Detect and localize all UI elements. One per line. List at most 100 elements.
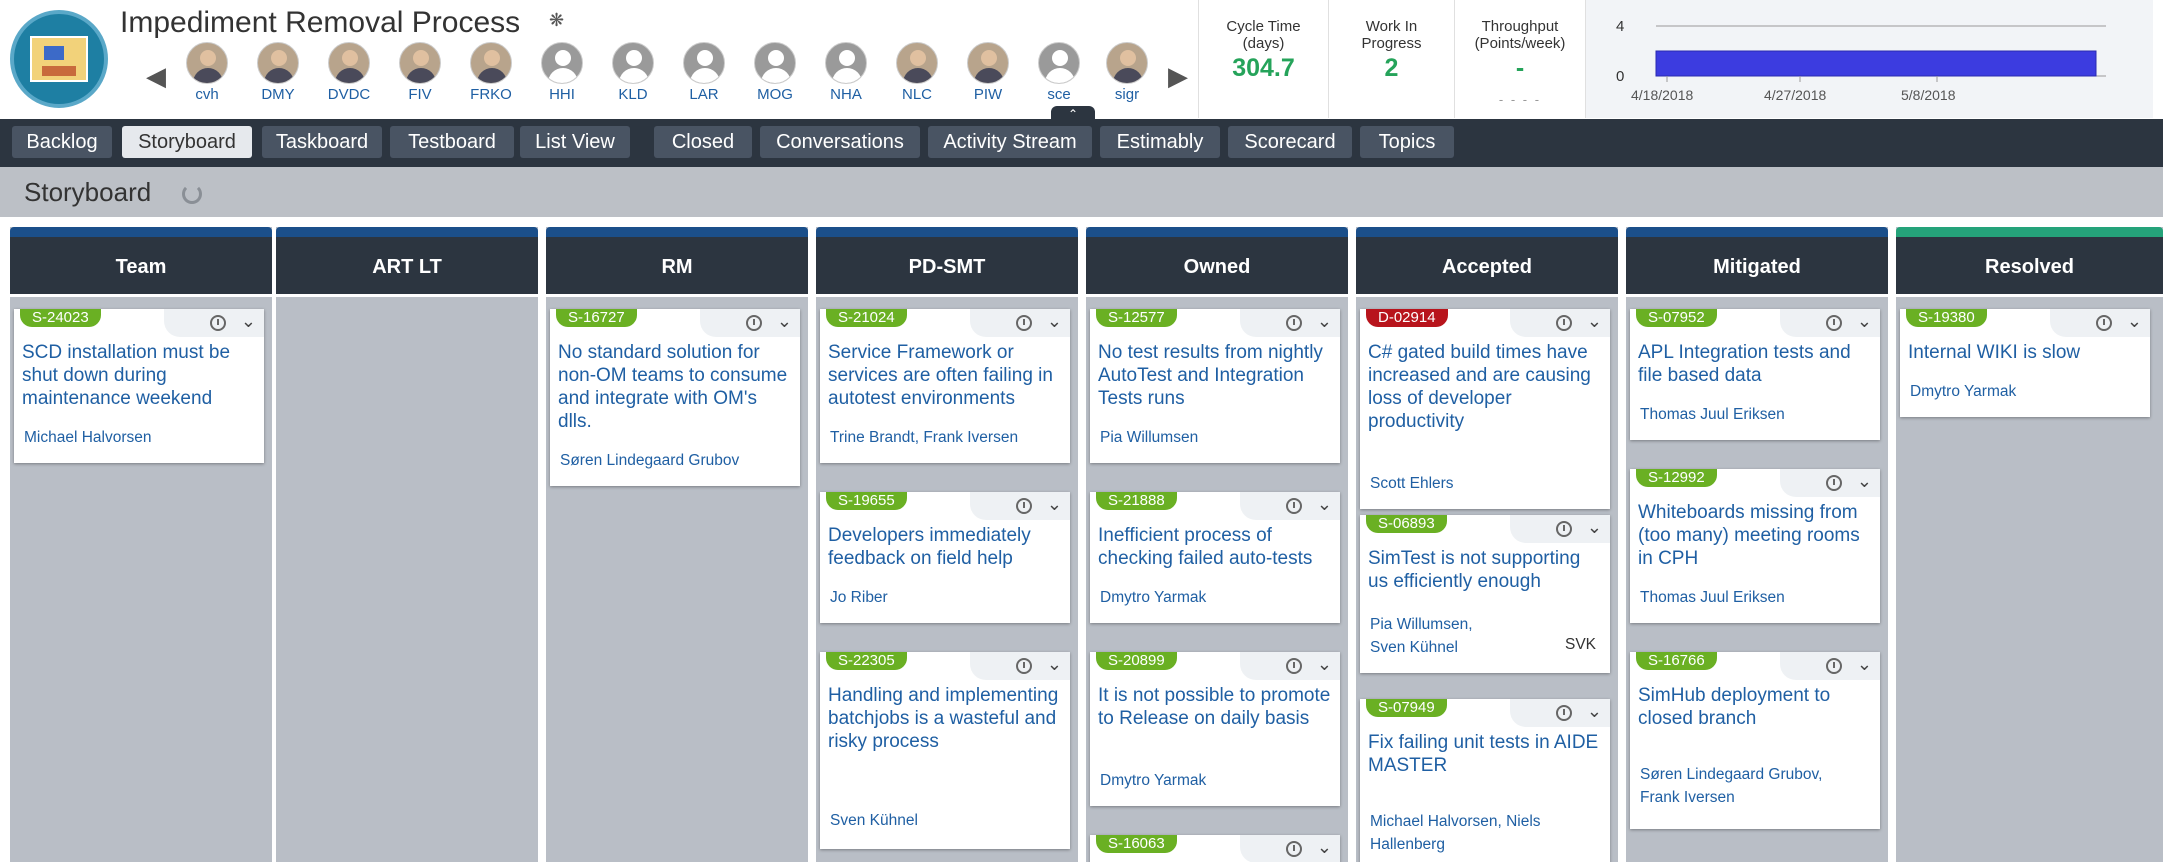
card-id-badge[interactable]: S-06893 <box>1366 515 1447 533</box>
tab-activity-stream[interactable]: Activity Stream <box>928 126 1092 158</box>
team-member-avatar[interactable]: LAR <box>669 42 739 108</box>
chevron-down-icon[interactable]: ⌄ <box>1587 517 1602 538</box>
tab-list-view[interactable]: List View <box>520 126 630 158</box>
clock-icon[interactable] <box>1286 841 1302 857</box>
team-member-avatar[interactable]: MOG <box>740 42 810 108</box>
team-member-avatar[interactable]: sce <box>1024 42 1094 108</box>
card-id-badge[interactable]: D-02914 <box>1366 309 1448 327</box>
tab-scorecard[interactable]: Scorecard <box>1228 126 1352 158</box>
chevron-down-icon[interactable]: ⌄ <box>1587 701 1602 722</box>
card-title[interactable]: C# gated build times have increased and … <box>1368 341 1604 433</box>
chevron-left-icon[interactable]: ◀ <box>146 60 166 92</box>
tab-conversations[interactable]: Conversations <box>760 126 920 158</box>
defect-card[interactable]: D-02914 ⌄ C# gated build times have incr… <box>1360 309 1610 509</box>
team-member-avatar[interactable]: NLC <box>882 42 952 108</box>
card-title[interactable]: No standard solution for non-OM teams to… <box>558 341 794 433</box>
chevron-down-icon[interactable]: ⌄ <box>1317 311 1332 332</box>
card-title[interactable]: APL Integration tests and file based dat… <box>1638 341 1874 387</box>
card-title[interactable]: No test results from nightly AutoTest an… <box>1098 341 1334 410</box>
card-id-badge[interactable]: S-12992 <box>1636 469 1717 487</box>
story-card[interactable]: S-20899 ⌄ It is not possible to promote … <box>1090 652 1340 806</box>
clock-icon[interactable] <box>1826 658 1842 674</box>
team-member-avatar[interactable]: FIV <box>385 42 455 108</box>
clock-icon[interactable] <box>1016 315 1032 331</box>
chevron-down-icon[interactable]: ⌄ <box>1317 654 1332 675</box>
cycle-chart[interactable]: 4 0 4/18/2018 4/27/2018 5/8/2018 <box>1585 0 2153 118</box>
clock-icon[interactable] <box>210 315 226 331</box>
card-title[interactable]: Internal WIKI is slow <box>1908 341 2144 364</box>
chevron-down-icon[interactable]: ⌄ <box>1857 311 1872 332</box>
team-member-avatar[interactable]: DMY <box>243 42 313 108</box>
tab-backlog[interactable]: Backlog <box>12 126 112 158</box>
story-card[interactable]: S-16063 ⌄ <box>1090 835 1340 862</box>
refresh-icon[interactable] <box>182 184 202 204</box>
clock-icon[interactable] <box>1826 475 1842 491</box>
card-id-badge[interactable]: S-22305 <box>826 652 907 670</box>
story-card[interactable]: S-07949 ⌄ Fix failing unit tests in AIDE… <box>1360 699 1610 862</box>
clock-icon[interactable] <box>1556 521 1572 537</box>
tab-topics[interactable]: Topics <box>1360 126 1454 158</box>
chevron-down-icon[interactable]: ⌄ <box>1857 654 1872 675</box>
clock-icon[interactable] <box>1016 658 1032 674</box>
tab-taskboard[interactable]: Taskboard <box>262 126 382 158</box>
chevron-right-icon[interactable]: ▶ <box>1168 60 1188 92</box>
chevron-down-icon[interactable]: ⌄ <box>1317 494 1332 515</box>
clock-icon[interactable] <box>746 315 762 331</box>
clock-icon[interactable] <box>1286 658 1302 674</box>
metric-cycle-time[interactable]: Cycle Time (days) 304.7 <box>1198 0 1328 118</box>
clock-icon[interactable] <box>1286 315 1302 331</box>
card-id-badge[interactable]: S-21888 <box>1096 492 1177 510</box>
chevron-down-icon[interactable]: ⌄ <box>1587 311 1602 332</box>
clock-icon[interactable] <box>1826 315 1842 331</box>
clock-icon[interactable] <box>1556 705 1572 721</box>
card-title[interactable]: Service Framework or services are often … <box>828 341 1064 410</box>
story-card[interactable]: S-07952 ⌄ APL Integration tests and file… <box>1630 309 1880 440</box>
story-card[interactable]: S-16727 ⌄ No standard solution for non-O… <box>550 309 800 486</box>
card-id-badge[interactable]: S-20899 <box>1096 652 1177 670</box>
clock-icon[interactable] <box>1556 315 1572 331</box>
card-title[interactable]: SCD installation must be shut down durin… <box>22 341 258 410</box>
card-id-badge[interactable]: S-19380 <box>1906 309 1987 327</box>
chevron-down-icon[interactable]: ⌄ <box>1047 494 1062 515</box>
card-id-badge[interactable]: S-16727 <box>556 309 637 327</box>
card-id-badge[interactable]: S-16766 <box>1636 652 1717 670</box>
chevron-down-icon[interactable]: ⌄ <box>1047 311 1062 332</box>
story-card[interactable]: S-19655 ⌄ Developers immediately feedbac… <box>820 492 1070 623</box>
team-member-avatar[interactable]: cvh <box>172 42 242 108</box>
card-id-badge[interactable]: S-19655 <box>826 492 907 510</box>
chevron-down-icon[interactable]: ⌄ <box>777 311 792 332</box>
clock-icon[interactable] <box>2096 315 2112 331</box>
card-title[interactable]: SimTest is not supporting us efficiently… <box>1368 547 1604 593</box>
gear-icon[interactable]: ❋ <box>549 10 564 31</box>
card-title[interactable]: Whiteboards missing from (too many) meet… <box>1638 501 1874 570</box>
card-title[interactable]: Inefficient process of checking failed a… <box>1098 524 1334 570</box>
team-member-avatar[interactable]: KLD <box>598 42 668 108</box>
card-id-badge[interactable]: S-21024 <box>826 309 907 327</box>
metric-throughput[interactable]: Throughput (Points/week) - - - - - <box>1454 0 1585 118</box>
card-title[interactable]: It is not possible to promote to Release… <box>1098 684 1334 730</box>
card-id-badge[interactable]: S-07949 <box>1366 699 1447 717</box>
clock-icon[interactable] <box>1286 498 1302 514</box>
card-title[interactable]: SimHub deployment to closed branch <box>1638 684 1874 730</box>
metric-wip[interactable]: Work In Progress 2 <box>1328 0 1454 118</box>
chevron-down-icon[interactable]: ⌄ <box>1317 837 1332 858</box>
story-card[interactable]: S-16766 ⌄ SimHub deployment to closed br… <box>1630 652 1880 829</box>
tab-testboard[interactable]: Testboard <box>390 126 514 158</box>
clock-icon[interactable] <box>1016 498 1032 514</box>
tab-closed[interactable]: Closed <box>654 126 752 158</box>
team-member-avatar[interactable]: DVDC <box>314 42 384 108</box>
tab-estimably[interactable]: Estimably <box>1100 126 1220 158</box>
collapse-header-button[interactable]: ⌃ <box>1051 106 1095 121</box>
card-id-badge[interactable]: S-07952 <box>1636 309 1717 327</box>
card-id-badge[interactable]: S-24023 <box>20 309 101 327</box>
card-id-badge[interactable]: S-16063 <box>1096 835 1177 853</box>
card-id-badge[interactable]: S-12577 <box>1096 309 1177 327</box>
story-card[interactable]: S-22305 ⌄ Handling and implementing batc… <box>820 652 1070 849</box>
team-member-avatar[interactable]: NHA <box>811 42 881 108</box>
card-title[interactable]: Fix failing unit tests in AIDE MASTER <box>1368 731 1604 777</box>
chevron-down-icon[interactable]: ⌄ <box>241 311 256 332</box>
story-card[interactable]: S-06893 ⌄ SimTest is not supporting us e… <box>1360 515 1610 673</box>
story-card[interactable]: S-19380 ⌄ Internal WIKI is slow Dmytro Y… <box>1900 309 2150 417</box>
story-card[interactable]: S-24023 ⌄ SCD installation must be shut … <box>14 309 264 463</box>
chevron-down-icon[interactable]: ⌄ <box>2127 311 2142 332</box>
